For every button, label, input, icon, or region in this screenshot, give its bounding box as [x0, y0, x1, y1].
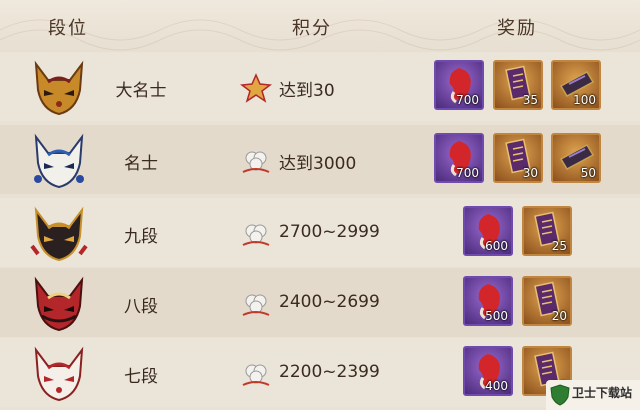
score-requirement: 2400~2699 — [279, 292, 380, 312]
reward-count: 700 — [456, 93, 479, 107]
white-red-fox-mask-icon — [34, 346, 84, 402]
reward-count: 100 — [573, 93, 596, 107]
reward-item[interactable]: 700 — [434, 60, 484, 110]
reward-count: 25 — [551, 239, 567, 253]
header-reward: 奖励 — [497, 18, 537, 39]
reward-item[interactable]: 100 — [551, 60, 601, 110]
gold-fox-mask-icon — [34, 60, 84, 116]
white-flower-icon — [242, 224, 270, 246]
reward-item[interactable]: 700 — [434, 133, 484, 183]
rank-name: 七段 — [124, 367, 158, 387]
table-row: 九段 2700~2999 600 25 — [0, 198, 640, 267]
reward-count: 35 — [522, 93, 538, 107]
star-emblem-icon — [240, 73, 272, 103]
reward-item[interactable]: 25 — [522, 206, 572, 256]
reward-count: 700 — [456, 166, 479, 180]
shield-logo-icon — [550, 384, 570, 406]
reward-item[interactable]: 20 — [522, 276, 572, 326]
reward-count: 600 — [485, 239, 508, 253]
watermark-text: 卫士下载站 — [572, 386, 633, 400]
header-score: 积分 — [292, 18, 332, 39]
white-flower-icon — [242, 151, 270, 173]
reward-item[interactable]: 600 — [463, 206, 513, 256]
score-requirement: 2700~2999 — [279, 222, 380, 242]
rank-name: 八段 — [124, 297, 158, 317]
reward-count: 20 — [551, 309, 567, 323]
reward-item[interactable]: 35 — [493, 60, 543, 110]
reward-item[interactable]: 500 — [463, 276, 513, 326]
score-requirement: 2200~2399 — [279, 362, 380, 382]
white-flower-icon — [242, 364, 270, 386]
reward-count: 500 — [485, 309, 508, 323]
white-flower-icon — [242, 294, 270, 316]
table-row: 名士 达到3000 700 30 50 — [0, 125, 640, 194]
reward-count: 400 — [485, 379, 508, 393]
table-row: 八段 2400~2699 500 20 — [0, 268, 640, 337]
rank-name: 名士 — [124, 154, 158, 174]
black-gold-fox-mask-icon — [30, 206, 88, 262]
score-requirement: 达到30 — [279, 81, 335, 101]
reward-count: 30 — [522, 166, 538, 180]
table-header: 段位 积分 奖励 — [0, 0, 640, 53]
white-blue-fox-mask-icon — [34, 133, 84, 189]
table-row: 大名士 达到30 700 35 100 — [0, 52, 640, 121]
reward-count: 50 — [580, 166, 596, 180]
reward-item[interactable]: 400 — [463, 346, 513, 396]
site-watermark: 卫士下载站 — [546, 380, 640, 410]
rank-name: 九段 — [124, 227, 158, 247]
table-row: 七段 2200~2399 400 15 — [0, 338, 640, 407]
reward-item[interactable]: 30 — [493, 133, 543, 183]
rank-name: 大名士 — [115, 81, 167, 101]
header-rank: 段位 — [48, 18, 88, 39]
red-fox-mask-icon — [34, 276, 84, 332]
score-requirement: 达到3000 — [279, 154, 357, 174]
reward-item[interactable]: 50 — [551, 133, 601, 183]
